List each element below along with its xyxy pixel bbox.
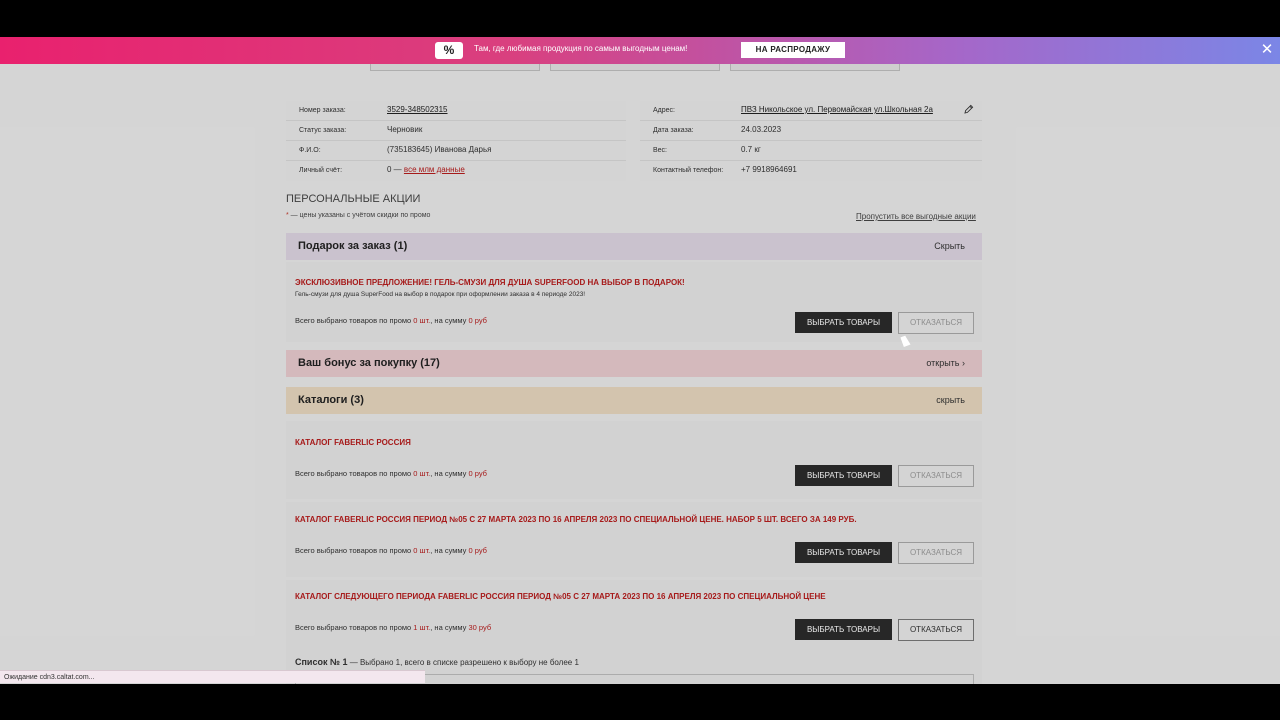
order-status-label: Статус заказа: — [299, 127, 347, 134]
order-date-label: Дата заказа: — [653, 127, 694, 134]
gift-refuse-button[interactable]: ОТКАЗАТЬСЯ — [898, 312, 974, 334]
catalog-2-choose-button[interactable]: ВЫБРАТЬ ТОВАРЫ — [795, 542, 892, 563]
list-1-name: Список № 1 — [295, 657, 348, 667]
page-viewport: Номер заказа: 3529-348502315 Статус зака… — [0, 37, 1280, 684]
browser-status-bar: Ожидание cdn3.caltat.com... — [0, 670, 425, 683]
summary-sum: 0 руб — [468, 469, 487, 478]
summary-prefix: Всего выбрано товаров по промо — [295, 316, 414, 325]
order-date-row: Дата заказа: 24.03.2023 — [640, 121, 982, 141]
summary-mid: , на сумму — [430, 469, 469, 478]
order-status-row: Статус заказа: Черновик — [286, 121, 626, 141]
summary-qty: 0 шт. — [413, 316, 431, 325]
bonus-open-toggle[interactable]: открыть › — [926, 358, 965, 368]
catalogs-header-title: Каталоги (3) — [298, 394, 364, 406]
catalog-3-summary: Всего выбрано товаров по промо 1 шт., на… — [295, 623, 491, 632]
order-info-left: Номер заказа: 3529-348502315 Статус зака… — [286, 101, 626, 181]
order-number-link[interactable]: 3529-348502315 — [387, 105, 448, 114]
list-1-label: Список № 1 — Выбрано 1, всего в списке р… — [295, 657, 579, 667]
bonus-header-title: Ваш бонус за покупку (17) — [298, 357, 440, 369]
catalog-card-1: КАТАЛОГ FABERLIC РОССИЯ Всего выбрано то… — [286, 421, 982, 499]
catalog-1-title: КАТАЛОГ FABERLIC РОССИЯ — [295, 438, 411, 447]
promo-banner: % Там, где любимая продукция по самым вы… — [0, 37, 1280, 64]
account-row: Личный счёт: 0 — все млм данные — [286, 161, 626, 180]
order-status-value: Черновик — [387, 125, 423, 134]
catalog-3-refuse-button[interactable]: ОТКАЗАТЬСЯ — [898, 619, 974, 641]
account-details-link[interactable]: все млм данные — [404, 165, 465, 174]
skip-all-promos-link[interactable]: Пропустить все выгодные акции — [856, 212, 976, 221]
account-value: 0 — все млм данные — [387, 165, 465, 174]
summary-qty: 0 шт. — [413, 546, 431, 555]
order-number-label: Номер заказа: — [299, 107, 346, 114]
gift-offer-card: ЭКСКЛЮЗИВНОЕ ПРЕДЛОЖЕНИЕ! ГЕЛЬ-СМУЗИ ДЛЯ… — [286, 262, 982, 342]
catalog-card-3: КАТАЛОГ СЛЕДУЮЩЕГО ПЕРИОДА FABERLIC РОСС… — [286, 580, 982, 684]
summary-qty: 0 шт. — [413, 469, 431, 478]
catalogs-accordion-header[interactable]: Каталоги (3) скрыть — [286, 387, 982, 414]
gift-offer-subtitle: Гель-смузи для душа SuperFood на выбор в… — [295, 291, 586, 298]
catalog-3-title: КАТАЛОГ СЛЕДУЮЩЕГО ПЕРИОДА FABERLIC РОСС… — [295, 592, 826, 601]
weight-value: 0.7 кг — [741, 145, 761, 154]
phone-label: Контактный телефон: — [653, 167, 724, 174]
percent-icon: % — [435, 42, 463, 59]
edit-pencil-icon[interactable] — [964, 104, 974, 114]
gift-offer-title: ЭКСКЛЮЗИВНОЕ ПРЕДЛОЖЕНИЕ! ГЕЛЬ-СМУЗИ ДЛЯ… — [295, 278, 685, 287]
catalog-1-summary: Всего выбрано товаров по промо 0 шт., на… — [295, 469, 487, 478]
note-text: — цены указаны с учётом скидки по промо — [288, 212, 431, 219]
summary-prefix: Всего выбрано товаров по промо — [295, 469, 414, 478]
summary-sum: 0 руб — [468, 546, 487, 555]
phone-row: Контактный телефон: +7 9918964691 — [640, 161, 982, 180]
gift-summary: Всего выбрано товаров по промо 0 шт., на… — [295, 316, 487, 325]
order-date-value: 24.03.2023 — [741, 125, 782, 134]
sale-button[interactable]: НА РАСПРОДАЖУ — [741, 42, 845, 58]
summary-prefix: Всего выбрано товаров по промо — [295, 546, 414, 555]
catalog-3-choose-button[interactable]: ВЫБРАТЬ ТОВАРЫ — [795, 619, 892, 640]
gift-header-title: Подарок за заказ (1) — [298, 240, 408, 252]
account-label: Личный счёт: — [299, 167, 343, 174]
personal-promos-title: ПЕРСОНАЛЬНЫЕ АКЦИИ — [286, 193, 421, 205]
gift-hide-toggle[interactable]: Скрыть — [934, 241, 965, 251]
list-1-description: — Выбрано 1, всего в списке разрешено к … — [347, 658, 579, 667]
catalog-2-summary: Всего выбрано товаров по промо 0 шт., на… — [295, 546, 487, 555]
close-icon[interactable]: ✕ — [1259, 41, 1275, 59]
summary-prefix: Всего выбрано товаров по промо — [295, 623, 414, 632]
address-label: Адрес: — [653, 107, 675, 114]
catalog-2-title: КАТАЛОГ FABERLIC РОССИЯ ПЕРИОД №05 С 27 … — [295, 515, 857, 524]
bonus-accordion-header[interactable]: Ваш бонус за покупку (17) открыть › — [286, 350, 982, 377]
address-value[interactable]: ПВЗ Никольское ул. Первомайская ул.Школь… — [741, 105, 933, 114]
weight-label: Вес: — [653, 147, 668, 154]
address-row: Адрес: ПВЗ Никольское ул. Первомайская у… — [640, 101, 982, 121]
customer-name-label: Ф.И.О: — [299, 147, 321, 154]
summary-qty: 1 шт. — [413, 623, 431, 632]
order-number-row: Номер заказа: 3529-348502315 — [286, 101, 626, 121]
phone-value: +7 9918964691 — [741, 165, 797, 174]
price-note: * — цены указаны с учётом скидки по пром… — [286, 212, 430, 219]
account-balance: 0 — — [387, 165, 404, 174]
summary-mid: , на сумму — [430, 623, 469, 632]
summary-sum: 0 руб — [468, 316, 487, 325]
catalog-1-choose-button[interactable]: ВЫБРАТЬ ТОВАРЫ — [795, 465, 892, 486]
gift-choose-button[interactable]: ВЫБРАТЬ ТОВАРЫ — [795, 312, 892, 333]
summary-mid: , на сумму — [430, 316, 469, 325]
customer-name-row: Ф.И.О: (735183645) Иванова Дарья — [286, 141, 626, 161]
promo-text: Там, где любимая продукция по самым выго… — [474, 44, 688, 53]
catalog-card-2: КАТАЛОГ FABERLIC РОССИЯ ПЕРИОД №05 С 27 … — [286, 502, 982, 577]
summary-mid: , на сумму — [430, 546, 469, 555]
weight-row: Вес: 0.7 кг — [640, 141, 982, 161]
order-info-right: Адрес: ПВЗ Никольское ул. Первомайская у… — [640, 101, 982, 181]
catalogs-hide-toggle[interactable]: скрыть — [936, 395, 965, 405]
gift-accordion-header[interactable]: Подарок за заказ (1) Скрыть — [286, 233, 982, 260]
customer-name-value: (735183645) Иванова Дарья — [387, 145, 492, 154]
summary-sum: 30 руб — [468, 623, 492, 632]
catalog-2-refuse-button[interactable]: ОТКАЗАТЬСЯ — [898, 542, 974, 564]
catalog-1-refuse-button[interactable]: ОТКАЗАТЬСЯ — [898, 465, 974, 487]
